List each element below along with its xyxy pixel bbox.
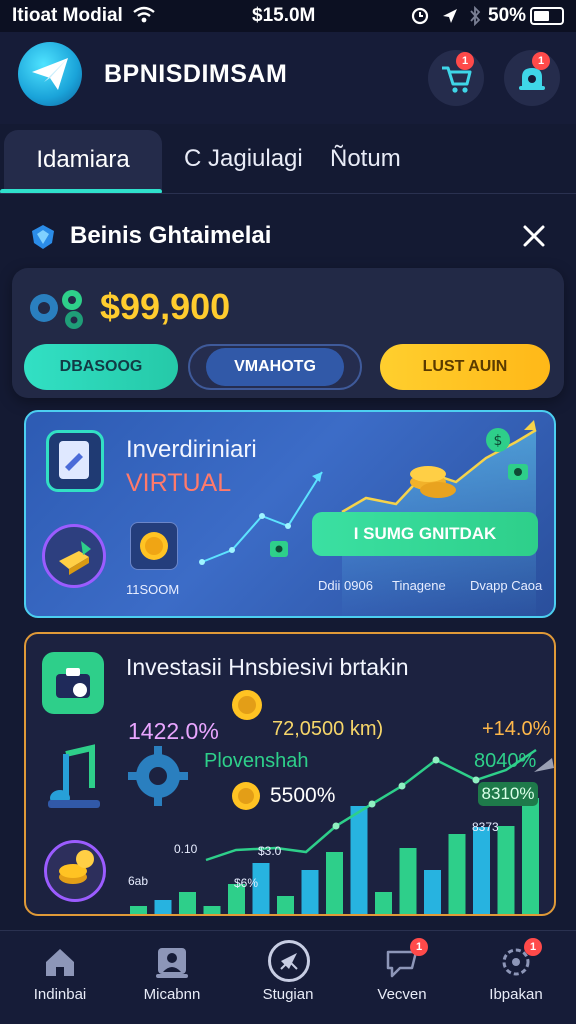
wifi-icon	[133, 6, 155, 23]
promo-title: Inverdiriniari	[126, 436, 257, 463]
tab-notum[interactable]: Ñotum	[330, 145, 401, 173]
home-icon	[46, 949, 74, 976]
shield-icon	[32, 225, 54, 249]
tab-jagiulagi[interactable]: C Jagiulagi	[184, 145, 303, 173]
investment-label: Plovenshah	[204, 750, 309, 772]
coin-stack-icon	[59, 850, 94, 884]
nav-profile-label: Micabnn	[143, 986, 201, 1003]
compass-ring	[268, 940, 310, 982]
tabs-divider	[0, 193, 576, 194]
close-icon[interactable]	[520, 222, 548, 250]
nav-settings[interactable]: 1 Ibpakan	[466, 938, 566, 1018]
chart-bar	[301, 870, 319, 914]
investment-label-percent: 8040%	[474, 750, 537, 772]
balance-amount: $99,900	[100, 286, 231, 327]
promo-subtitle: VIRTUAL	[126, 469, 232, 497]
status-bar: Itioat Modial $15.0M 50%	[0, 0, 576, 32]
withdraw-button[interactable]: VMAHOTG	[188, 344, 362, 390]
tablet-icon	[59, 441, 89, 479]
nav-home[interactable]: Indinbai	[10, 938, 110, 1018]
list-button[interactable]: LUST AUIN	[380, 344, 550, 390]
compass-icon	[280, 953, 298, 970]
gold-bar-icon	[59, 541, 91, 575]
nav-explore[interactable]: Stugian	[238, 938, 338, 1018]
chart-bar	[277, 896, 294, 914]
bar-label-3: $6%	[234, 876, 259, 890]
promo-amount-label: 11SOOM	[126, 582, 180, 597]
carrier-text: Itioat Modial	[12, 5, 123, 26]
investment-value: 72,0500 km)	[272, 718, 384, 740]
svg-text:$: $	[494, 433, 503, 449]
promo-stat-2: Tinagene	[392, 578, 446, 593]
promo-stat-3: Dvapp Caoa	[470, 578, 543, 593]
gold-bar-badge	[42, 524, 106, 588]
deposit-button[interactable]: DBASOOG	[24, 344, 178, 390]
nav-messages-label: Vecven	[377, 986, 427, 1003]
investment-title: Investasii Hnsbiesivi brtakin	[126, 654, 409, 680]
battery-percent: 50%	[488, 5, 527, 26]
chart-bar	[375, 892, 392, 914]
profile-badge: 1	[532, 52, 550, 70]
status-center-text: $15.0M	[252, 5, 316, 26]
nav-messages[interactable]: 1 Vecven	[352, 938, 452, 1018]
investment-percent-left: 1422.0%	[128, 718, 219, 744]
bar-label-2: 0.10	[174, 842, 198, 856]
nav-profile[interactable]: Micabnn	[122, 938, 222, 1018]
music-note-icon	[48, 744, 100, 808]
chart-bar	[203, 906, 221, 914]
withdraw-button-label: VMAHOTG	[206, 348, 344, 386]
section-title: Beinis Ghtaimelai	[70, 222, 272, 249]
paper-plane-icon	[32, 58, 68, 90]
coin-icon	[140, 532, 168, 560]
cart-button[interactable]: 1	[428, 50, 484, 106]
coin-value: 5500%	[270, 784, 336, 807]
gear-icon	[128, 746, 188, 806]
virtual-app-icon	[46, 430, 104, 492]
nav-home-label: Indinbai	[33, 986, 87, 1003]
money-icon: $	[486, 428, 510, 452]
gold-coin-small-icon	[232, 782, 260, 810]
alarm-icon	[411, 7, 429, 25]
profile-button[interactable]: 1	[504, 50, 560, 106]
chart-bar	[179, 892, 196, 914]
nav-explore-label: Stugian	[262, 986, 314, 1003]
gold-coin-icon	[232, 690, 262, 720]
promo-cta-button[interactable]: I SUMG GNITDAK	[312, 512, 538, 556]
investment-percent-right: +14.0%	[482, 718, 551, 740]
cash-icon	[508, 464, 528, 480]
briefcase-icon	[56, 668, 90, 698]
bar-label-4: $3.0	[258, 844, 282, 858]
chart-bar	[154, 900, 172, 914]
bar-label-1: 6ab	[128, 874, 149, 888]
nav-messages-badge: 1	[410, 938, 428, 956]
nav-settings-label: Ibpakan	[489, 986, 543, 1003]
cash-small-icon	[270, 541, 288, 557]
battery-icon	[530, 7, 564, 25]
app-header: BPNISDIMSAM 1 1	[0, 32, 576, 124]
bluetooth-icon	[470, 6, 481, 26]
profile-icon	[156, 948, 188, 978]
bar-label-5: 8373	[472, 820, 499, 834]
promo-stat-1: Ddii 0906	[318, 578, 373, 593]
coin-tile	[130, 522, 178, 570]
cart-badge: 1	[456, 52, 474, 70]
investment-highlight-badge: 8310%	[478, 782, 538, 806]
location-icon	[443, 9, 457, 23]
gears-icon	[30, 290, 83, 329]
tab-idamiara[interactable]: Idamiara	[4, 130, 162, 192]
chart-bar	[130, 906, 147, 914]
coins-badge	[44, 840, 106, 902]
nav-settings-badge: 1	[524, 938, 542, 956]
chart-bar	[424, 870, 441, 914]
investment-app-icon	[42, 652, 104, 714]
app-logo	[18, 42, 82, 106]
app-title: BPNISDIMSAM	[104, 60, 288, 88]
